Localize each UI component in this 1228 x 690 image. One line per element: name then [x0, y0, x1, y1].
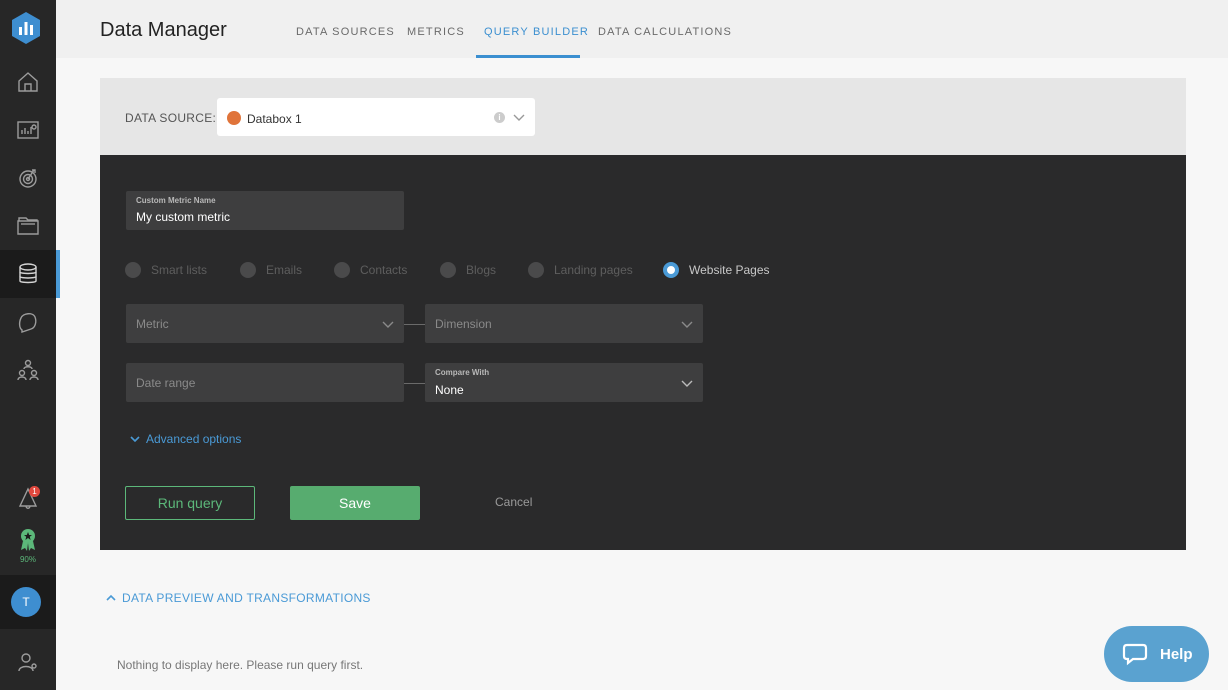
radio-dot — [440, 262, 456, 278]
chevron-down-icon — [513, 114, 525, 121]
advanced-options-toggle[interactable]: Advanced options — [130, 432, 241, 446]
date-range-select[interactable]: Date range — [126, 363, 404, 402]
save-button[interactable]: Save — [290, 486, 420, 520]
chevron-down-icon — [681, 321, 693, 328]
avatar[interactable]: T — [11, 587, 41, 617]
radio-contacts[interactable]: Contacts — [334, 262, 407, 278]
alert-bubble-icon[interactable] — [0, 298, 56, 346]
query-builder-panel: Custom Metric Name My custom metric Smar… — [100, 155, 1186, 550]
tab-data-calculations[interactable]: DATA CALCULATIONS — [598, 26, 732, 38]
datasource-bar: DATA SOURCE: Databox 1 i — [100, 78, 1186, 155]
radio-label: Smart lists — [151, 263, 208, 277]
radio-blogs[interactable]: Blogs — [440, 262, 496, 278]
score-badge-icon[interactable] — [0, 528, 56, 557]
chevron-down-icon — [130, 436, 140, 443]
radio-label: Emails — [266, 263, 303, 277]
radio-label: Contacts — [360, 263, 408, 277]
active-tab-indicator — [476, 55, 580, 58]
advanced-options-label: Advanced options — [146, 432, 242, 446]
metric-placeholder: Metric — [136, 317, 169, 331]
tab-query-builder[interactable]: QUERY BUILDER — [484, 26, 589, 38]
run-query-button[interactable]: Run query — [125, 486, 255, 520]
user-block: T — [0, 575, 56, 629]
help-label: Help — [1160, 645, 1193, 663]
data-preview-toggle[interactable]: DATA PREVIEW AND TRANSFORMATIONS — [106, 591, 371, 605]
info-icon[interactable]: i — [494, 112, 505, 123]
metric-name-field[interactable]: Custom Metric Name My custom metric — [126, 191, 404, 230]
page-title: Data Manager — [100, 19, 227, 41]
compare-with-value: None — [435, 383, 464, 397]
radio-dot-checked — [663, 262, 679, 278]
radio-emails[interactable]: Emails — [240, 262, 302, 278]
radio-dot — [334, 262, 350, 278]
radio-label: Blogs — [466, 263, 497, 277]
dimension-select[interactable]: Dimension — [425, 304, 703, 343]
dashboard-icon[interactable] — [0, 106, 56, 154]
metric-name-value: My custom metric — [136, 210, 231, 224]
radio-landing-pages[interactable]: Landing pages — [528, 262, 633, 278]
radio-label: Landing pages — [554, 263, 633, 277]
home-icon[interactable] — [0, 58, 56, 106]
chevron-down-icon — [382, 321, 394, 328]
notifications-icon[interactable] — [0, 474, 56, 522]
sidebar: 1 90% T — [0, 0, 60, 690]
radio-dot — [125, 262, 141, 278]
radio-smart-lists[interactable]: Smart lists — [125, 262, 207, 278]
hubspot-logo-icon — [227, 111, 241, 125]
tab-data-sources[interactable]: DATA SOURCES — [296, 26, 395, 38]
score-percent: 90% — [19, 555, 36, 564]
connector-line — [404, 383, 426, 384]
connector-line — [404, 324, 426, 325]
chevron-up-icon — [106, 594, 116, 601]
header: Data Manager DATA SOURCES METRICS QUERY … — [56, 0, 1228, 58]
folder-icon[interactable] — [0, 202, 56, 250]
radio-label: Website Pages — [689, 263, 770, 277]
database-icon[interactable] — [0, 250, 60, 298]
datasource-value: Databox 1 — [247, 112, 302, 126]
chat-bubble-icon — [1122, 643, 1148, 666]
compare-with-label: Compare With — [435, 368, 490, 377]
team-icon[interactable] — [0, 346, 56, 394]
help-button[interactable]: Help — [1104, 626, 1209, 682]
chevron-down-icon — [681, 380, 693, 387]
data-preview-label: DATA PREVIEW AND TRANSFORMATIONS — [122, 591, 371, 605]
metric-select[interactable]: Metric — [126, 304, 404, 343]
datasource-label: DATA SOURCE: — [125, 111, 217, 125]
tab-metrics[interactable]: METRICS — [407, 26, 465, 38]
cancel-button[interactable]: Cancel — [495, 495, 532, 509]
goals-icon[interactable] — [0, 154, 56, 202]
radio-dot — [528, 262, 544, 278]
radio-dot — [240, 262, 256, 278]
date-range-placeholder: Date range — [136, 376, 196, 390]
datasource-select[interactable]: Databox 1 i — [217, 98, 535, 136]
notification-count-badge: 1 — [29, 486, 40, 497]
metric-name-label: Custom Metric Name — [136, 196, 216, 205]
dimension-placeholder: Dimension — [435, 317, 492, 331]
radio-website-pages[interactable]: Website Pages — [663, 262, 770, 278]
compare-with-select[interactable]: Compare With None — [425, 363, 703, 402]
user-settings-icon[interactable] — [0, 638, 56, 686]
empty-preview-message: Nothing to display here. Please run quer… — [117, 658, 364, 672]
databox-logo-icon[interactable] — [11, 12, 41, 44]
